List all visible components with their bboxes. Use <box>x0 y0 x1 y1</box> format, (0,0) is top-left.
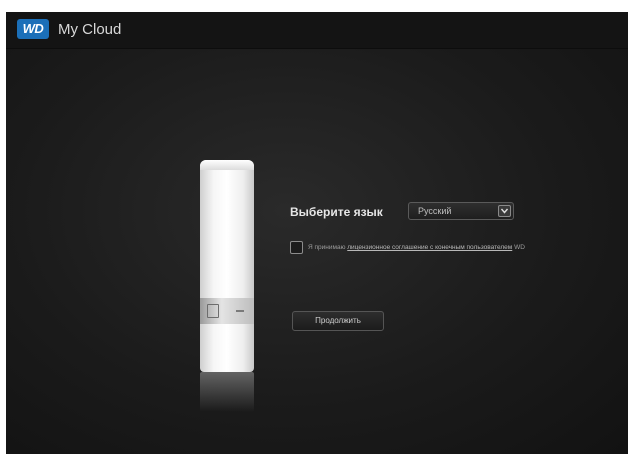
chevron-down-icon[interactable] <box>498 205 511 217</box>
app-title: My Cloud <box>58 21 122 38</box>
device-body <box>200 160 254 372</box>
language-select[interactable]: Русский <box>408 202 514 220</box>
continue-button[interactable]: Продолжить <box>292 311 384 331</box>
language-select-value: Русский <box>418 206 452 216</box>
eula-link[interactable]: лицензионное соглашение с конечным польз… <box>347 244 512 251</box>
top-bar: WD My Cloud <box>6 12 628 49</box>
agreement-suffix: WD <box>512 244 525 251</box>
device-led <box>236 310 244 312</box>
agreement-checkbox[interactable] <box>290 241 303 254</box>
app-window: WD My Cloud Выберите язык Русский Я прин… <box>6 12 628 454</box>
device-top <box>200 160 254 170</box>
wd-logo: WD <box>17 19 49 39</box>
agreement-text: Я принимаю лицензионное соглашение с кон… <box>308 242 525 254</box>
device-image <box>194 160 260 412</box>
device-logo-mark <box>207 304 219 318</box>
language-label: Выберите язык <box>290 205 383 219</box>
device-reflection <box>200 372 254 412</box>
agreement-prefix: Я принимаю <box>308 244 348 251</box>
agreement-row: Я принимаю лицензионное соглашение с кон… <box>290 240 620 256</box>
